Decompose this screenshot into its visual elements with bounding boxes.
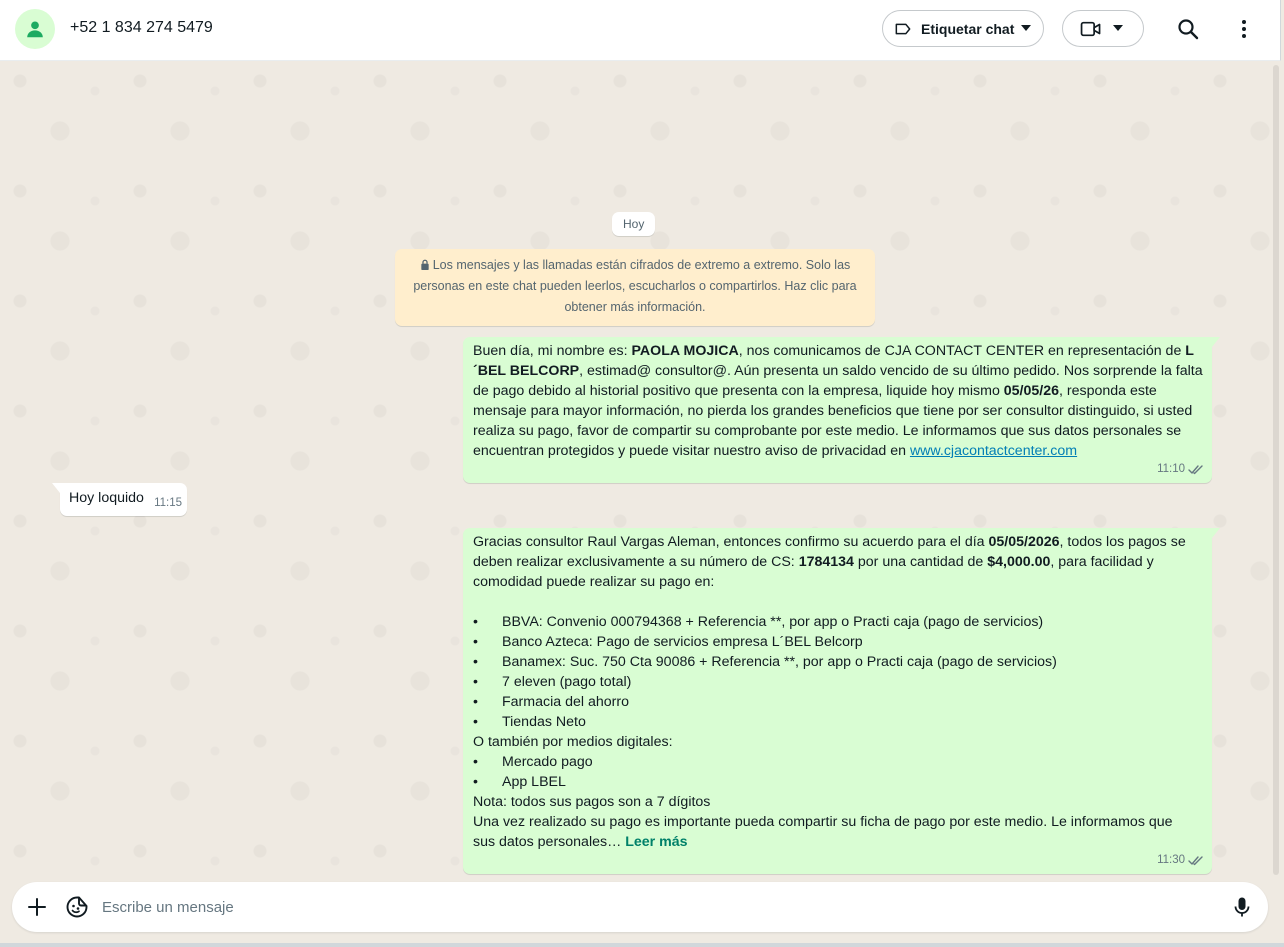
privacy-link[interactable]: www.cjacontactcenter.com xyxy=(910,443,1077,459)
digital-option: • App LBEL xyxy=(473,774,566,790)
message-bubble-outgoing[interactable]: Buen día, mi nombre es: PAOLA MOJICA, no… xyxy=(463,337,1220,483)
caret-down-icon xyxy=(1021,25,1031,31)
payment-option: • Tiendas Neto xyxy=(473,714,586,730)
encryption-notice[interactable]: Los mensajes y las llamadas están cifrad… xyxy=(395,249,875,326)
note-line: Nota: todos sus pagos son a 7 dígitos xyxy=(473,794,711,810)
message-bubble-outgoing[interactable]: Gracias consultor Raul Vargas Aleman, en… xyxy=(463,528,1220,874)
contact-name[interactable]: +52 1 834 274 5479 xyxy=(70,19,213,37)
message-line: comodidad puede realizar su pago en: xyxy=(473,574,715,590)
microphone-icon xyxy=(1234,897,1250,917)
payment-option: • Farmacia del ahorro xyxy=(473,694,629,710)
scrollbar[interactable] xyxy=(1272,61,1280,879)
message-line: realiza su pago, favor de compartir su c… xyxy=(473,423,1182,439)
payment-option: • Banamex: Suc. 750 Cta 90086 + Referenci… xyxy=(473,654,1057,670)
message-time: 11:10 xyxy=(1157,463,1185,475)
payment-option: • 7 eleven (pago total) xyxy=(473,674,632,690)
more-vertical-icon xyxy=(1242,20,1246,38)
message-line: Buen día, mi nombre es: PAOLA MOJICA, no… xyxy=(473,343,1194,359)
video-camera-icon xyxy=(1080,21,1101,37)
message-meta: 11:10 xyxy=(1157,459,1204,479)
message-bubble-incoming[interactable]: Hoy loquido 11:15 xyxy=(52,483,187,516)
message-line: deben realizar exclusivamente a su númer… xyxy=(473,554,1154,570)
double-check-icon xyxy=(1188,464,1203,474)
message-composer xyxy=(12,882,1268,932)
message-meta: 11:15 xyxy=(154,493,182,513)
attach-button[interactable] xyxy=(25,895,49,919)
payment-option: • BBVA: Convenio 000794368 + Referencia *… xyxy=(473,614,1044,630)
message-line: mensaje para mayor información, no pierd… xyxy=(473,403,1193,419)
message-text: Hoy loquido xyxy=(69,490,144,506)
menu-button[interactable] xyxy=(1232,17,1256,41)
window-bottom-edge xyxy=(0,943,1284,947)
scrollbar-thumb[interactable] xyxy=(1273,65,1279,875)
sticker-button[interactable] xyxy=(65,895,89,919)
digital-option: • Mercado pago xyxy=(473,754,593,770)
sticker-icon xyxy=(66,896,88,918)
chat-header: +52 1 834 274 5479 Etiquetar chat xyxy=(0,0,1281,61)
caret-down-icon xyxy=(1113,25,1123,31)
label-chat-button[interactable]: Etiquetar chat xyxy=(882,10,1044,47)
closing-line: Una vez realizado su pago es importante … xyxy=(473,814,1173,830)
lock-icon xyxy=(421,259,429,270)
message-line: encuentran protegidos y puede visitar nu… xyxy=(473,443,1078,459)
payment-option: • Banco Azteca: Pago de servicios empresa… xyxy=(473,634,863,650)
label-chat-button-label: Etiquetar chat xyxy=(921,20,1015,37)
double-check-icon xyxy=(1188,855,1203,865)
plus-icon xyxy=(28,898,46,916)
message-meta: 11:30 xyxy=(1157,850,1204,870)
date-separator: Hoy xyxy=(612,212,656,236)
message-input[interactable] xyxy=(102,892,1212,922)
search-button[interactable] xyxy=(1176,17,1200,41)
closing-line: sus datos personales… Leer más xyxy=(473,834,688,850)
message-line: Gracias consultor Raul Vargas Aleman, en… xyxy=(473,534,1186,550)
search-icon xyxy=(1178,19,1199,40)
video-call-button[interactable] xyxy=(1062,10,1144,47)
tag-icon xyxy=(895,23,911,34)
read-more-link[interactable]: Leer más xyxy=(625,834,687,850)
person-icon xyxy=(27,21,43,38)
voice-message-button[interactable] xyxy=(1230,895,1254,919)
message-time: 11:15 xyxy=(154,497,182,509)
whatsapp-chat-window: +52 1 834 274 5479 Etiquetar chat Hoy Lo… xyxy=(0,0,1284,947)
digital-heading: O también por medios digitales: xyxy=(473,734,673,750)
message-list[interactable]: Hoy Los mensajes y las llamadas están ci… xyxy=(0,61,1280,879)
encryption-notice-text: Los mensajes y las llamadas están cifrad… xyxy=(413,258,857,314)
avatar[interactable] xyxy=(15,9,55,49)
message-line: ´BEL BELCORP, estimad@ consultor@. Aún p… xyxy=(473,363,1203,379)
message-line: de pago debido al historial positivo que… xyxy=(473,383,1157,399)
message-time: 11:30 xyxy=(1157,854,1185,866)
